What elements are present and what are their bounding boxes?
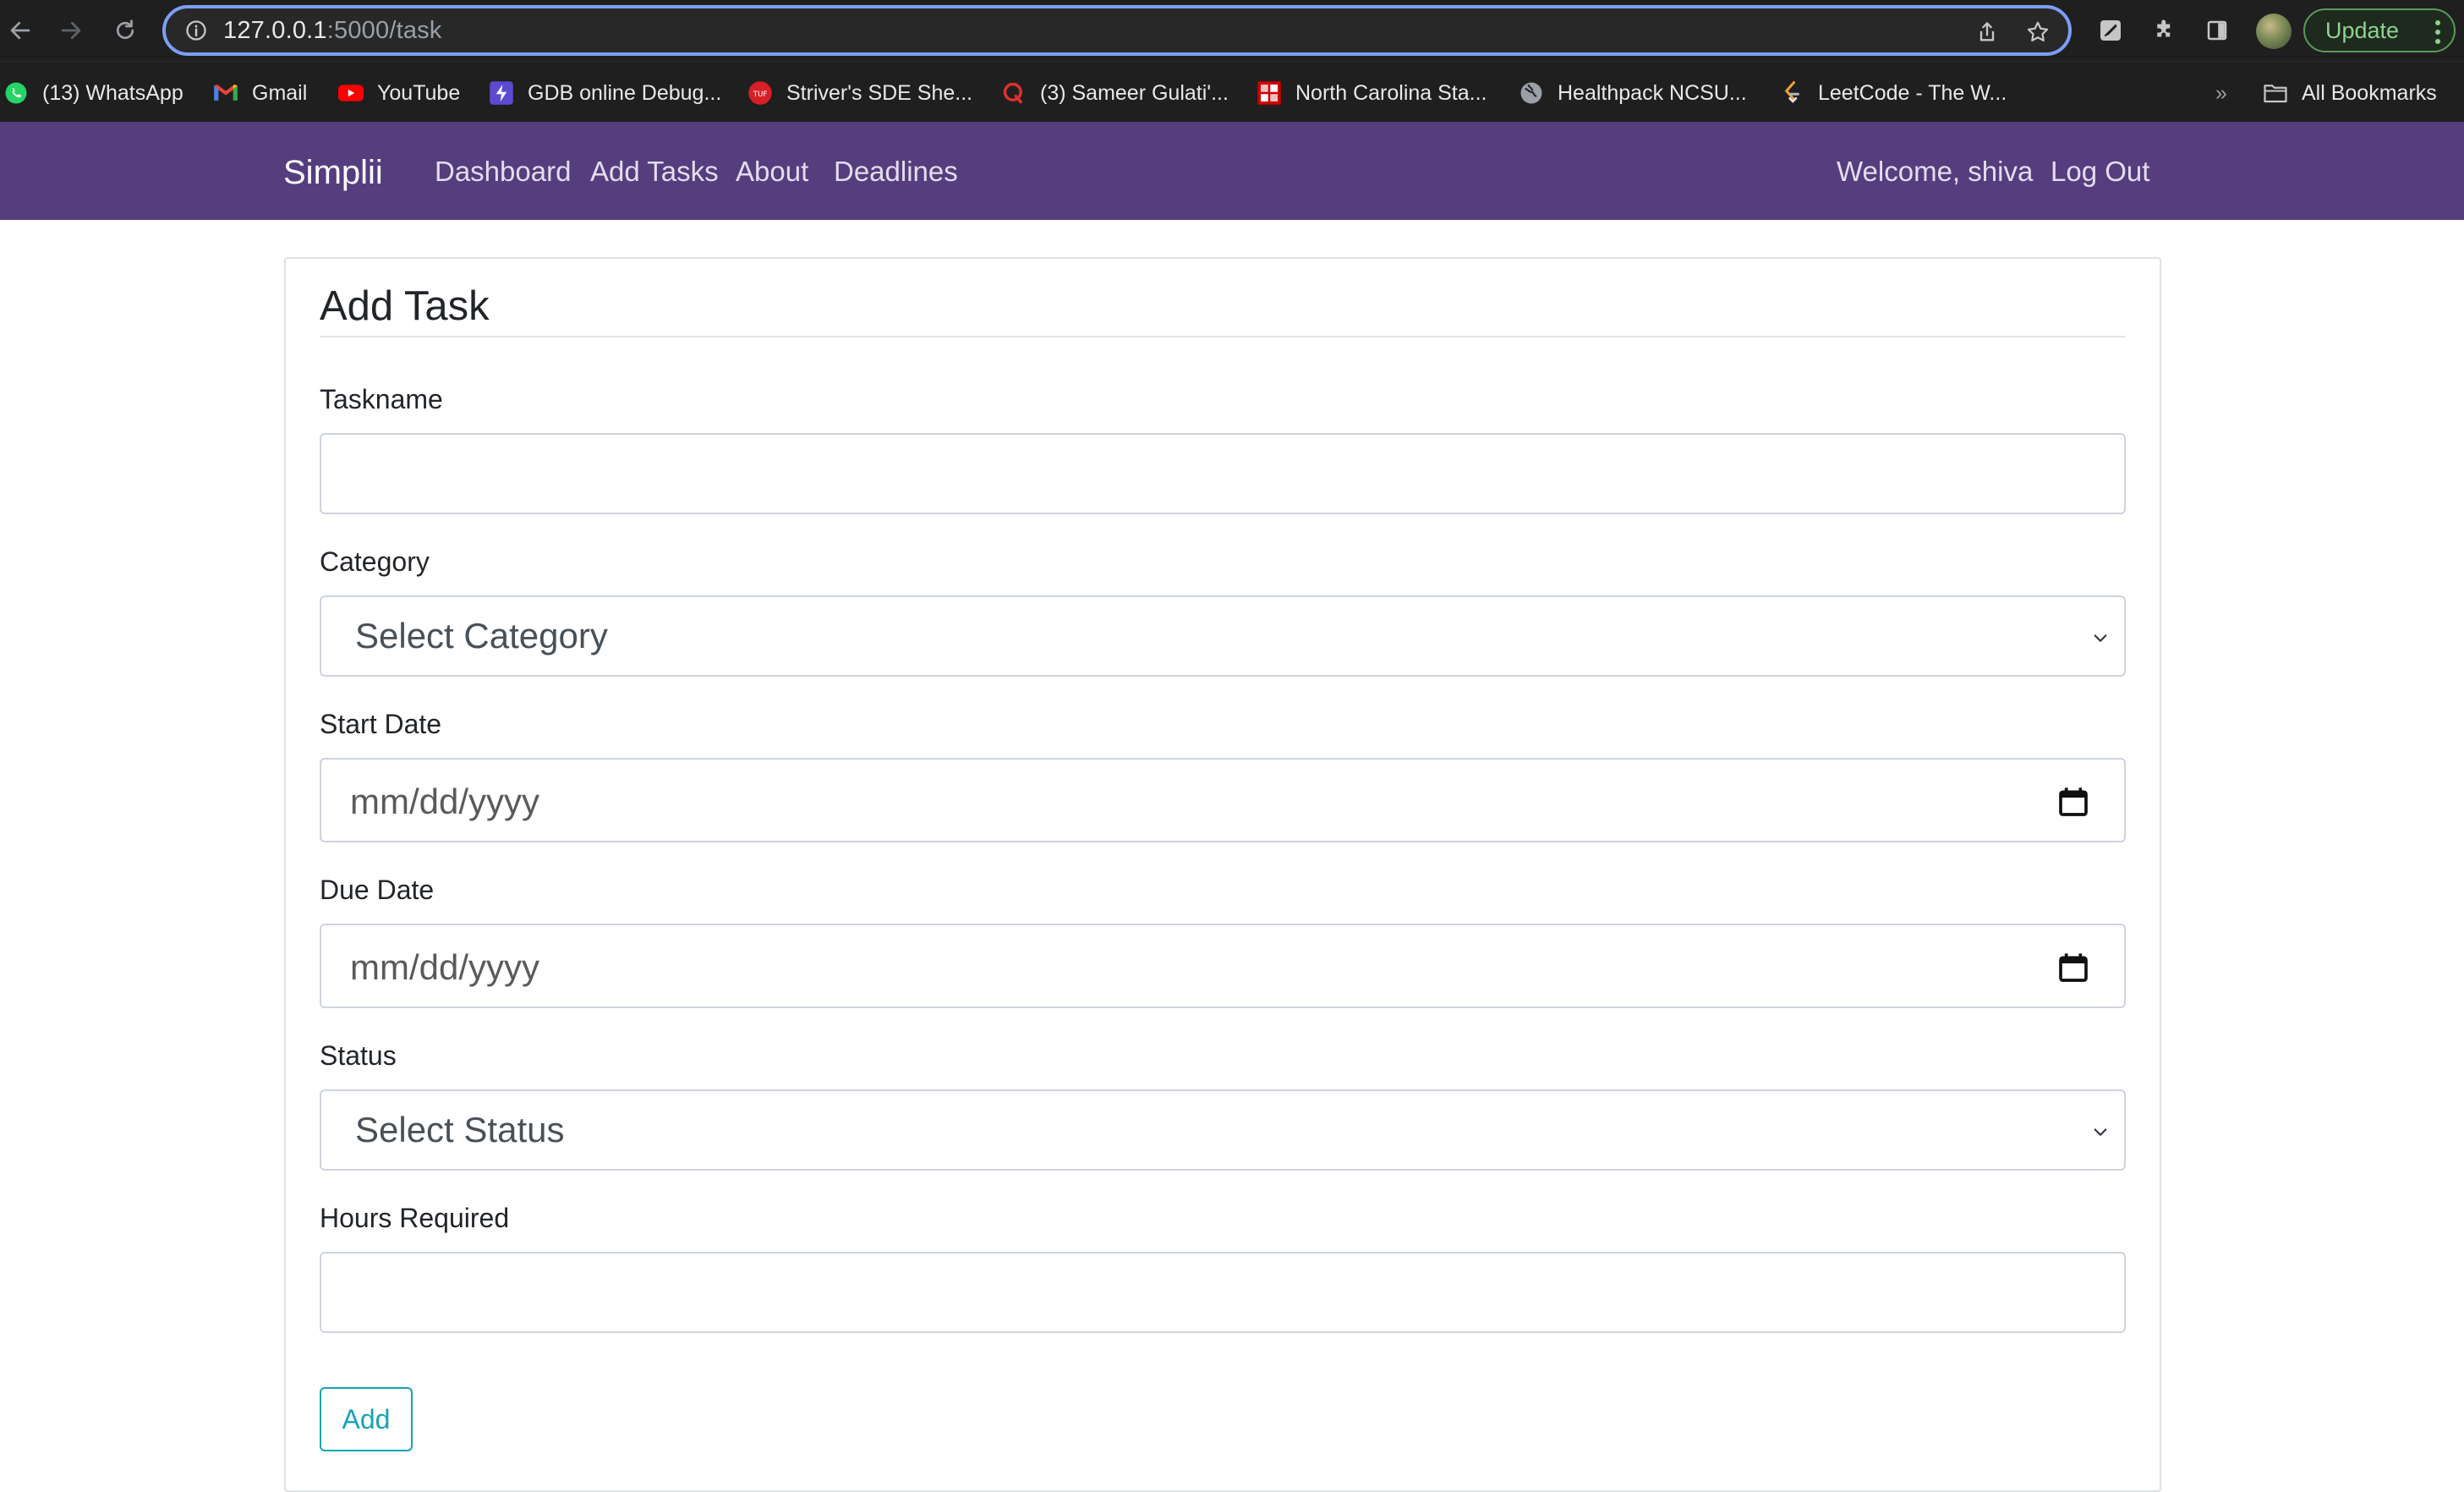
bookmarks-overflow-button[interactable]: »	[2215, 79, 2227, 107]
ncsu-icon	[1257, 80, 1282, 106]
forward-icon[interactable]	[51, 10, 91, 51]
bookmark-star-icon[interactable]	[2023, 17, 2053, 47]
category-selected: Select Category	[355, 616, 608, 655]
bookmark-label: Striver's SDE She...	[786, 80, 973, 105]
bookmark-striver[interactable]: TUF Striver's SDE She...	[747, 79, 972, 107]
logout-link[interactable]: Log Out	[2051, 156, 2149, 188]
chevron-down-icon	[2094, 634, 2107, 642]
update-button[interactable]: Update	[2303, 8, 2456, 52]
whatsapp-icon	[3, 80, 29, 106]
bookmark-label: (13) WhatsApp	[42, 80, 183, 105]
menu-dots-icon	[2435, 20, 2440, 44]
taskname-label: Taskname	[320, 384, 443, 414]
profile-avatar[interactable]	[2256, 14, 2292, 49]
add-button[interactable]: Add	[320, 1387, 413, 1451]
bookmark-label: (3) Sameer Gulati'...	[1040, 80, 1229, 105]
nav-about[interactable]: About	[736, 156, 808, 188]
bookmark-whatsapp[interactable]: (13) WhatsApp	[3, 79, 183, 107]
category-label: Category	[320, 546, 430, 577]
leetcode-icon	[1779, 80, 1804, 106]
bookmark-label: YouTube	[377, 80, 461, 105]
start-date-placeholder: mm/dd/yyyy	[350, 782, 540, 821]
overflow-label: »	[2215, 80, 2227, 105]
status-label: Status	[320, 1040, 397, 1071]
bookmark-gdb[interactable]: GDB online Debug...	[489, 79, 721, 107]
brand-logo[interactable]: Simplii	[283, 154, 383, 192]
bookmark-gmail[interactable]: Gmail	[213, 79, 307, 107]
url-text: 127.0.0.1:5000/task	[223, 16, 442, 44]
status-select[interactable]: Select Status	[320, 1089, 2126, 1171]
category-select[interactable]: Select Category	[320, 595, 2126, 677]
address-bar[interactable]: 127.0.0.1:5000/task	[162, 5, 2072, 56]
calendar-icon[interactable]	[2056, 951, 2090, 985]
share-icon[interactable]	[1972, 17, 2002, 47]
youtube-icon	[338, 80, 364, 106]
due-date-placeholder: mm/dd/yyyy	[350, 947, 540, 987]
bookmark-label: North Carolina Sta...	[1295, 80, 1487, 105]
start-date-label: Start Date	[320, 709, 442, 739]
bookmark-label: GDB online Debug...	[528, 80, 722, 105]
bookmark-label: LeetCode - The W...	[1818, 80, 2007, 105]
app-navbar: Simplii Dashboard Add Tasks About Deadli…	[0, 122, 2464, 220]
due-date-label: Due Date	[320, 875, 435, 905]
side-panel-icon[interactable]	[2200, 14, 2234, 47]
hours-label: Hours Required	[320, 1203, 510, 1233]
site-info-icon[interactable]	[184, 19, 208, 42]
gdb-icon	[489, 80, 514, 106]
bookmark-ncstate[interactable]: North Carolina Sta...	[1257, 79, 1487, 107]
nav-add-tasks[interactable]: Add Tasks	[590, 156, 719, 188]
bookmark-quora[interactable]: (3) Sameer Gulati'...	[1001, 79, 1229, 107]
calendar-icon[interactable]	[2056, 785, 2090, 819]
svg-text:TUF: TUF	[753, 91, 768, 99]
status-selected: Select Status	[355, 1110, 565, 1149]
bookmark-leetcode[interactable]: LeetCode - The W...	[1779, 79, 2007, 107]
update-label: Update	[2325, 17, 2400, 43]
globe-icon	[1519, 80, 1544, 106]
taskname-input[interactable]	[320, 433, 2126, 514]
chevron-down-icon	[2094, 1128, 2107, 1136]
browser-toolbar: 127.0.0.1:5000/task Update	[0, 0, 2464, 61]
bookmark-healthpack[interactable]: Healthpack NCSU...	[1519, 79, 1747, 107]
bookmark-label: Healthpack NCSU...	[1558, 80, 1747, 105]
due-date-input[interactable]: mm/dd/yyyy	[320, 924, 2126, 1008]
nav-deadlines[interactable]: Deadlines	[834, 156, 958, 188]
puzzle-icon[interactable]	[2148, 14, 2182, 47]
tuf-icon: TUF	[747, 80, 773, 106]
all-bookmarks-button[interactable]: All Bookmarks	[2263, 79, 2437, 107]
folder-icon	[2263, 80, 2288, 106]
all-bookmarks-label: All Bookmarks	[2302, 80, 2437, 105]
bookmark-youtube[interactable]: YouTube	[338, 79, 460, 107]
nav-dashboard[interactable]: Dashboard	[435, 156, 571, 188]
welcome-text: Welcome, shiva	[1837, 156, 2034, 187]
reload-icon[interactable]	[105, 10, 145, 51]
gmail-icon	[213, 80, 238, 106]
bookmark-label: Gmail	[252, 80, 308, 105]
start-date-input[interactable]: mm/dd/yyyy	[320, 758, 2126, 842]
form-legend: Add Task	[320, 283, 490, 329]
extension-icon[interactable]	[2094, 14, 2127, 47]
back-icon[interactable]	[0, 10, 41, 51]
hours-input[interactable]	[320, 1252, 2126, 1333]
bookmarks-bar: (13) WhatsApp Gmail YouTube GDB online D…	[0, 61, 2464, 122]
quora-icon	[1001, 80, 1027, 106]
legend-divider	[320, 336, 2126, 337]
